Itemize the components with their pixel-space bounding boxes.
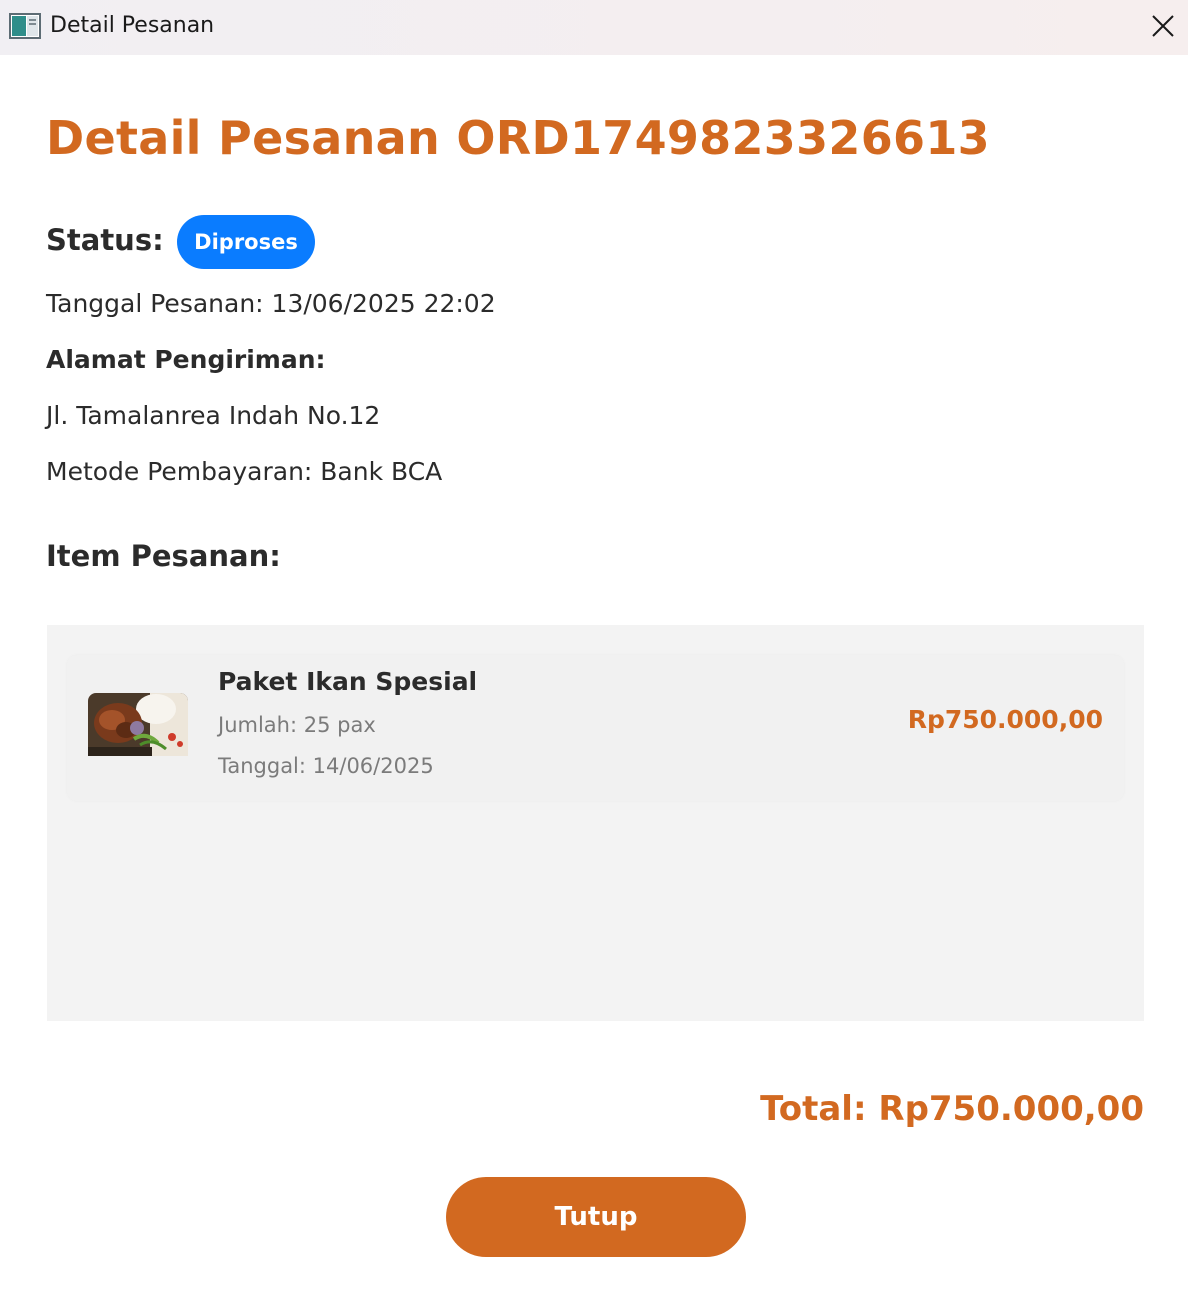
- window-title: Detail Pesanan: [50, 13, 215, 38]
- status-label: Status:: [46, 223, 164, 257]
- food-photo-image: [88, 693, 188, 756]
- item-price: Rp750.000,00: [907, 705, 1103, 734]
- item-quantity: Jumlah: 25 pax: [218, 713, 376, 737]
- window-titlebar: Detail Pesanan: [0, 0, 1188, 55]
- status-badge: Diproses: [177, 215, 315, 269]
- app-window-icon: [9, 13, 41, 39]
- payment-method: Metode Pembayaran: Bank BCA: [46, 457, 443, 486]
- list-item: Paket Ikan Spesial Jumlah: 25 pax Tangga…: [67, 655, 1124, 801]
- close-button[interactable]: Tutup: [446, 1177, 746, 1257]
- order-items-list[interactable]: Paket Ikan Spesial Jumlah: 25 pax Tangga…: [47, 625, 1144, 1021]
- order-detail-content: Detail Pesanan ORD1749823326613 Status: …: [0, 55, 1188, 1306]
- shipping-address: Jl. Tamalanrea Indah No.12: [46, 401, 381, 430]
- item-name: Paket Ikan Spesial: [218, 667, 478, 696]
- close-icon: [1152, 14, 1174, 41]
- order-total: Total: Rp750.000,00: [760, 1089, 1144, 1129]
- item-date: Tanggal: 14/06/2025: [218, 754, 434, 778]
- page-title: Detail Pesanan ORD1749823326613: [46, 111, 990, 165]
- window-close-button[interactable]: [1138, 0, 1188, 55]
- order-items-label: Item Pesanan:: [46, 539, 281, 573]
- order-date: Tanggal Pesanan: 13/06/2025 22:02: [46, 289, 496, 318]
- shipping-address-label: Alamat Pengiriman:: [46, 345, 326, 374]
